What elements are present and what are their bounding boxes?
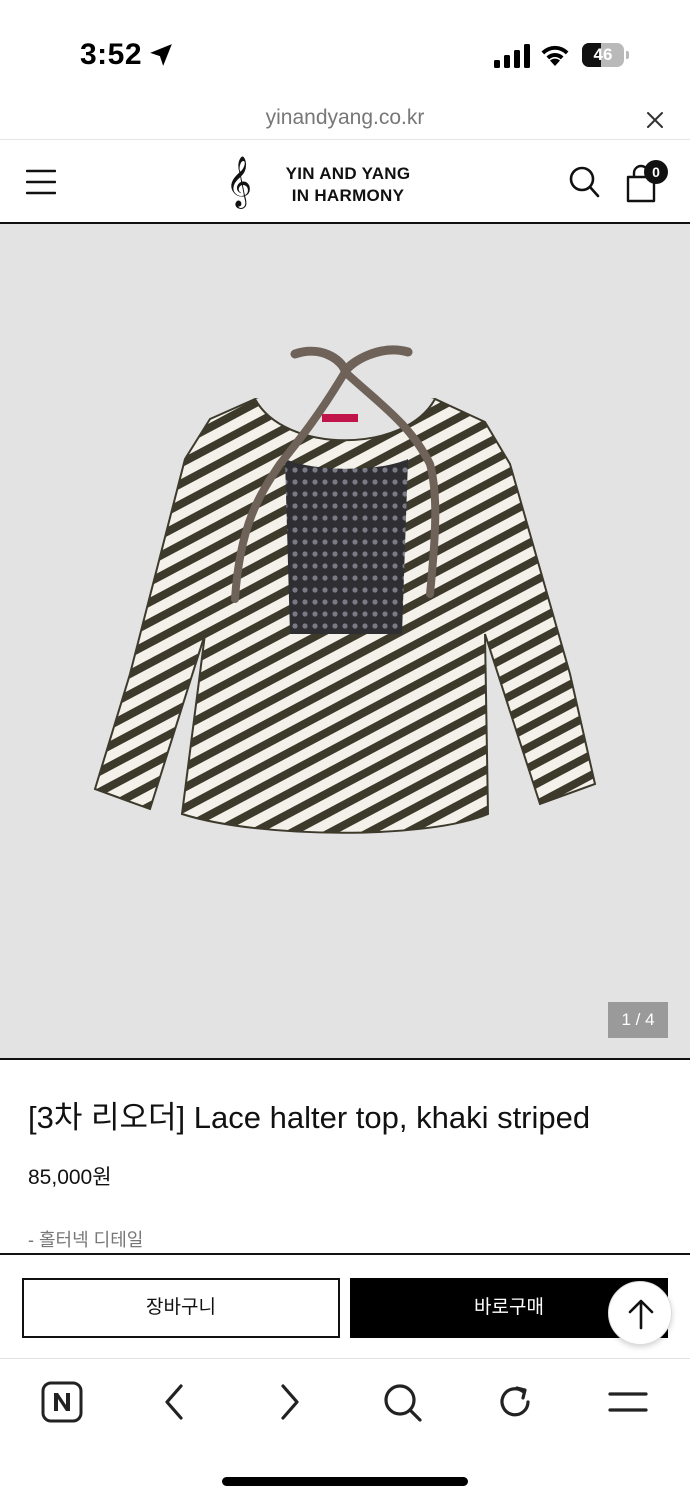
add-to-cart-button[interactable]: 장바구니 bbox=[22, 1278, 340, 1338]
url-text[interactable]: yinandyang.co.kr bbox=[0, 106, 690, 130]
scroll-to-top-button[interactable] bbox=[608, 1281, 672, 1345]
forward-chevron-icon[interactable] bbox=[267, 1380, 311, 1424]
cart-count-badge: 0 bbox=[644, 160, 668, 184]
home-indicator bbox=[222, 1477, 468, 1486]
product-detail: - 홀터넥 디테일 bbox=[28, 1230, 144, 1250]
cellular-signal-icon bbox=[494, 44, 530, 68]
battery-icon: 46 bbox=[582, 43, 630, 67]
product-price: 85,000원 bbox=[28, 1166, 112, 1189]
reload-icon[interactable] bbox=[493, 1380, 537, 1424]
striped-lace-top-photo bbox=[93, 345, 597, 834]
location-arrow-icon bbox=[150, 44, 172, 66]
back-chevron-icon[interactable] bbox=[153, 1380, 197, 1424]
battery-level: 46 bbox=[593, 45, 613, 64]
logo-text: YIN AND YANG IN HARMONY bbox=[278, 163, 418, 207]
menu-icon[interactable] bbox=[26, 169, 56, 195]
menu-icon[interactable] bbox=[606, 1380, 650, 1424]
treble-clef-logo: 𝄞 bbox=[226, 156, 253, 207]
browser-toolbar bbox=[0, 1360, 690, 1500]
purchase-bar: 장바구니 바로구매 bbox=[0, 1253, 690, 1359]
product-image[interactable]: 1 / 4 bbox=[0, 224, 690, 1060]
image-counter: 1 / 4 bbox=[608, 1002, 668, 1038]
url-bar[interactable]: yinandyang.co.kr bbox=[0, 100, 690, 140]
product-title: [3차 리오더] Lace halter top, khaki striped bbox=[28, 1100, 591, 1135]
arrow-up-icon bbox=[628, 1299, 654, 1330]
close-icon[interactable] bbox=[645, 110, 665, 130]
wifi-icon bbox=[541, 45, 569, 66]
search-icon[interactable] bbox=[568, 165, 600, 199]
status-bar: 3:52 46 bbox=[0, 0, 690, 100]
logo-line-1: YIN AND YANG bbox=[285, 164, 411, 183]
naver-home-icon[interactable] bbox=[40, 1380, 84, 1424]
site-logo[interactable]: 𝄞 YIN AND YANG IN HARMONY bbox=[226, 157, 426, 207]
status-time: 3:52 bbox=[80, 38, 143, 71]
search-icon[interactable] bbox=[380, 1380, 424, 1424]
site-header: 𝄞 YIN AND YANG IN HARMONY 0 bbox=[0, 141, 690, 224]
logo-line-2: IN HARMONY bbox=[291, 186, 405, 205]
